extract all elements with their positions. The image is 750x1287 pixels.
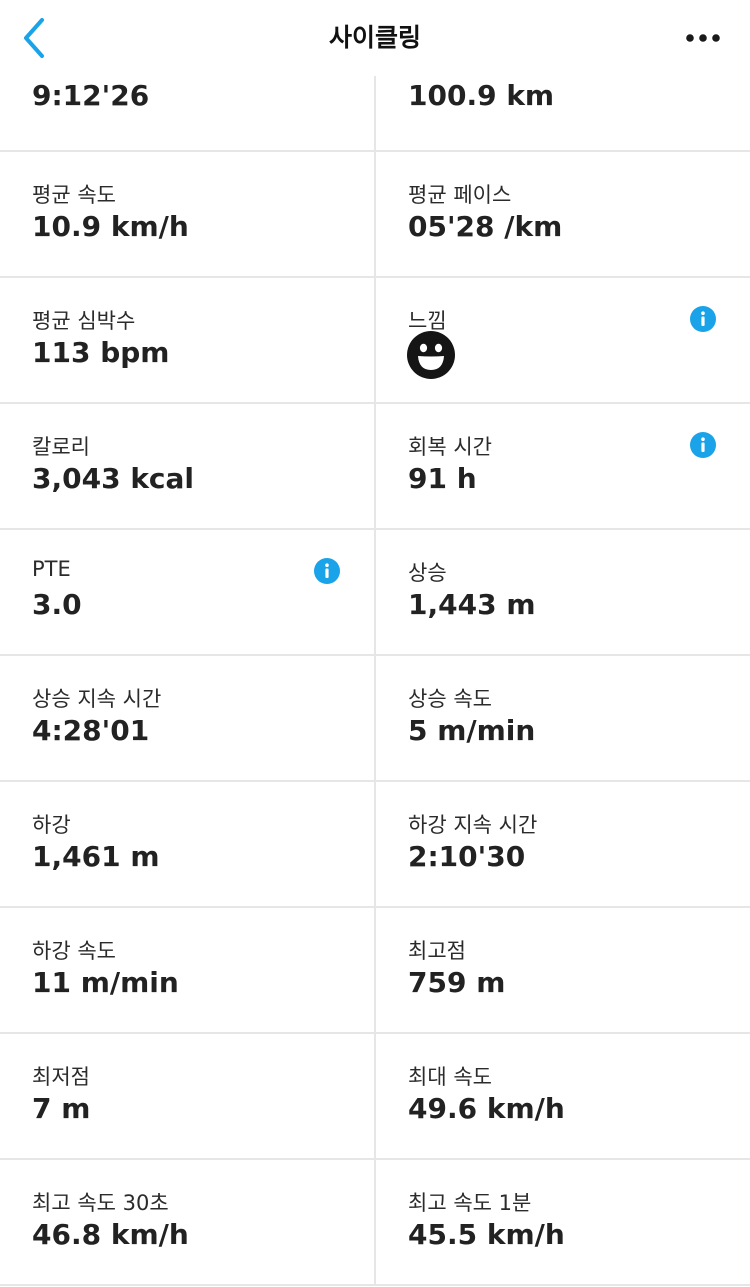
stats-grid: 9:12'26 100.9 km 평균 속도 10.9 km/h 평균 페이스 …	[0, 24, 750, 1286]
stat-highest-point: 최고점 759 m	[376, 908, 750, 1032]
stat-descent-time: 하강 지속 시간 2:10'30	[376, 782, 750, 906]
stat-lowest-point: 최저점 7 m	[0, 1034, 374, 1158]
stat-value: 45.5 km/h	[408, 1218, 565, 1251]
stats-row: 평균 심박수 113 bpm 느낌	[0, 278, 750, 404]
stats-row: 칼로리 3,043 kcal 회복 시간 91 h	[0, 404, 750, 530]
stats-row: 최저점 7 m 최대 속도 49.6 km/h	[0, 1034, 750, 1160]
stats-row: 하강 속도 11 m/min 최고점 759 m	[0, 908, 750, 1034]
stat-pte: PTE 3.0	[0, 530, 374, 654]
happy-face-icon	[407, 331, 455, 379]
page-title: 사이클링	[328, 23, 421, 52]
back-button[interactable]	[14, 14, 54, 62]
stat-value: 3,043 kcal	[32, 462, 195, 495]
workout-detail-screen: 9:12'26 100.9 km 평균 속도 10.9 km/h 평균 페이스 …	[0, 0, 750, 1287]
stat-label: 최저점	[32, 1065, 90, 1089]
info-icon[interactable]	[690, 306, 716, 332]
stat-value: 05'28 /km	[408, 210, 563, 243]
stat-calories: 칼로리 3,043 kcal	[0, 404, 374, 528]
stat-value: 7 m	[32, 1092, 91, 1125]
stat-ascent-time: 상승 지속 시간 4:28'01	[0, 656, 374, 780]
stat-value: 9:12'26	[32, 79, 150, 112]
stat-value: 49.6 km/h	[408, 1092, 565, 1125]
stat-feeling: 느낌	[376, 278, 750, 402]
stat-descent-speed: 하강 속도 11 m/min	[0, 908, 374, 1032]
stat-best-speed-30s: 최고 속도 30초 46.8 km/h	[0, 1160, 374, 1284]
stat-value: 1,461 m	[32, 840, 160, 873]
stat-label: 하강 지속 시간	[408, 813, 538, 837]
stat-value: 100.9 km	[408, 79, 555, 112]
stat-value: 11 m/min	[32, 966, 179, 999]
stat-label: 최고 속도 1분	[408, 1191, 532, 1215]
info-icon[interactable]	[690, 432, 716, 458]
stat-value: 2:10'30	[408, 840, 526, 873]
stat-label: 상승	[408, 561, 447, 585]
stat-recovery-time: 회복 시간 91 h	[376, 404, 750, 528]
stat-value: 46.8 km/h	[32, 1218, 189, 1251]
stat-label: 평균 속도	[32, 183, 116, 207]
more-dots-icon[interactable]	[685, 33, 721, 43]
stat-ascent: 상승 1,443 m	[376, 530, 750, 654]
stat-label: 하강	[32, 813, 71, 837]
stat-label: 최고 속도 30초	[32, 1191, 169, 1215]
stats-row: 최고 속도 30초 46.8 km/h 최고 속도 1분 45.5 km/h	[0, 1160, 750, 1286]
stat-avg-pace: 평균 페이스 05'28 /km	[376, 152, 750, 276]
chevron-left-icon[interactable]	[21, 17, 47, 59]
stat-ascent-speed: 상승 속도 5 m/min	[376, 656, 750, 780]
stat-value: 5 m/min	[408, 714, 536, 747]
stat-label: 최고점	[408, 939, 466, 963]
stat-label: PTE	[32, 557, 71, 581]
stats-row: 하강 1,461 m 하강 지속 시간 2:10'30	[0, 782, 750, 908]
stat-value: 1,443 m	[408, 588, 536, 621]
stat-label: 평균 심박수	[32, 309, 136, 333]
stats-row: PTE 3.0 상승 1,443 m	[0, 530, 750, 656]
stat-value: 759 m	[408, 966, 506, 999]
stat-label: 최대 속도	[408, 1065, 492, 1089]
stat-avg-speed: 평균 속도 10.9 km/h	[0, 152, 374, 276]
info-icon[interactable]	[314, 558, 340, 584]
stat-max-speed: 최대 속도 49.6 km/h	[376, 1034, 750, 1158]
stat-label: 상승 속도	[408, 687, 492, 711]
more-options-button[interactable]	[678, 18, 728, 58]
stat-value: 91 h	[408, 462, 477, 495]
stats-row: 상승 지속 시간 4:28'01 상승 속도 5 m/min	[0, 656, 750, 782]
stat-label: 상승 지속 시간	[32, 687, 162, 711]
stat-label: 칼로리	[32, 435, 90, 459]
nav-header: 사이클링	[0, 0, 750, 76]
stat-value: 4:28'01	[32, 714, 150, 747]
stat-descent: 하강 1,461 m	[0, 782, 374, 906]
stat-value: 10.9 km/h	[32, 210, 189, 243]
stat-label: 회복 시간	[408, 435, 492, 459]
stat-label: 평균 페이스	[408, 183, 512, 207]
stat-best-speed-1min: 최고 속도 1분 45.5 km/h	[376, 1160, 750, 1284]
stats-row: 평균 속도 10.9 km/h 평균 페이스 05'28 /km	[0, 152, 750, 278]
stat-avg-heart-rate: 평균 심박수 113 bpm	[0, 278, 374, 402]
stat-value: 3.0	[32, 588, 82, 621]
stat-value: 113 bpm	[32, 336, 170, 369]
stat-label: 하강 속도	[32, 939, 116, 963]
